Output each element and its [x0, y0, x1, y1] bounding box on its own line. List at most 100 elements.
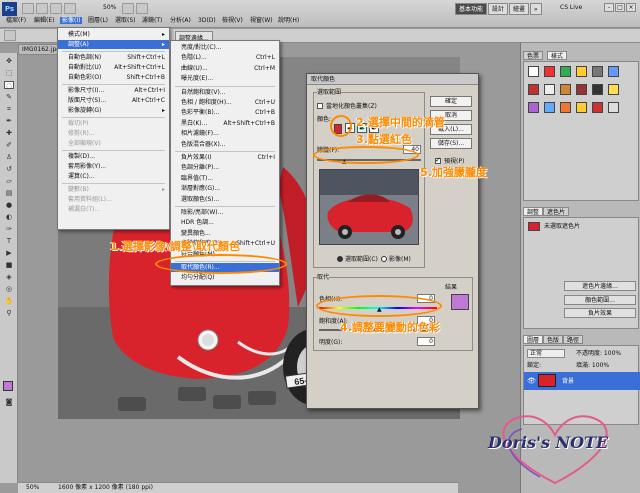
menu-view[interactable]: 檢視(V) [222, 17, 243, 24]
menu-item[interactable]: 漸層對應(G)... [171, 184, 279, 193]
eyedropper-tool-icon[interactable]: ✒ [4, 117, 14, 125]
tab-adjustments[interactable]: 調整 [523, 207, 544, 216]
minimize-button[interactable]: - [604, 3, 614, 12]
style-swatch[interactable] [592, 84, 603, 95]
menu-help[interactable]: 說明(H) [278, 17, 299, 24]
menu-item[interactable]: 修剪(R)... [58, 129, 169, 138]
menu-item[interactable]: 複製(D)... [58, 152, 169, 161]
menu-item[interactable]: 色彩平衡(B)... Ctrl+B [171, 108, 279, 117]
blend-mode-select[interactable]: 正常 [527, 349, 565, 358]
menu-item[interactable]: 自動色調(N) Shift+Ctrl+L [58, 53, 169, 62]
menu-layer[interactable]: 圖層(L) [88, 17, 108, 24]
menu-item[interactable]: 臨界值(T)... [171, 174, 279, 183]
style-swatch[interactable] [560, 102, 571, 113]
move-tool-icon[interactable]: ✥ [4, 57, 14, 65]
gradient-tool-icon[interactable]: ▤ [4, 189, 14, 197]
cs-live[interactable]: CS Live [560, 4, 582, 11]
lasso-tool-icon[interactable]: ◌ [4, 81, 14, 90]
menu-item[interactable]: 均勻分配(Q) [171, 273, 279, 282]
menu-item[interactable]: 亮度/對比(C)... [171, 43, 279, 52]
menu-item[interactable]: 自動色彩(O) Shift+Ctrl+B [58, 73, 169, 82]
hand-icon[interactable] [50, 3, 62, 14]
color-range-button[interactable]: 顏色範圍... [564, 295, 636, 305]
style-swatch[interactable] [528, 102, 539, 113]
workspace-design[interactable]: 設計 [488, 3, 509, 15]
menu-item[interactable]: 影像尺寸(I)... Alt+Ctrl+I [58, 86, 169, 95]
menu-item[interactable]: 套用資料組(L)... [58, 195, 169, 204]
eraser-tool-icon[interactable]: ▱ [4, 177, 14, 185]
result-color-swatch[interactable] [451, 294, 469, 310]
marquee-tool-icon[interactable]: ⬚ [4, 69, 14, 77]
eye-icon[interactable]: 👁 [527, 377, 536, 385]
menu-edit[interactable]: 編輯(E) [34, 17, 54, 24]
tab-styles[interactable]: 樣式 [547, 51, 568, 60]
style-swatch[interactable] [608, 66, 619, 77]
style-swatch[interactable] [576, 66, 587, 77]
menu-item[interactable]: 色階(L)... Ctrl+L [171, 53, 279, 62]
zoom-tool-icon[interactable]: ⚲ [4, 309, 14, 317]
menu-analysis[interactable]: 分析(A) [170, 17, 191, 24]
menu-item[interactable]: 色調分離(P)... [171, 163, 279, 172]
menu-item[interactable]: 影像旋轉(G) ▸ [58, 106, 169, 115]
layer-row-background[interactable]: 👁 背景 [524, 372, 640, 390]
menu-3d[interactable]: 3D(D) [198, 17, 216, 24]
shape-tool-icon[interactable]: ■ [4, 261, 14, 269]
menu-image[interactable]: 影像(I) [60, 17, 83, 24]
menu-item[interactable]: 黑白(K)... Alt+Shift+Ctrl+B [171, 119, 279, 128]
zoom-level[interactable]: 50% [103, 4, 116, 11]
tab-layers[interactable]: 圖層 [523, 335, 544, 344]
workspace-more[interactable]: » [530, 3, 542, 15]
style-swatch[interactable] [560, 84, 571, 95]
menu-item[interactable]: 自然飽和度(V)... [171, 88, 279, 97]
history-brush-icon[interactable]: ↺ [4, 165, 14, 173]
style-swatch[interactable] [528, 66, 539, 77]
style-swatch[interactable] [560, 66, 571, 77]
maximize-button[interactable]: □ [615, 3, 625, 12]
style-swatch[interactable] [576, 84, 587, 95]
status-zoom[interactable]: 50% [26, 483, 39, 493]
menu-file[interactable]: 檔案(F) [6, 17, 26, 24]
style-swatch[interactable] [544, 102, 555, 113]
style-swatch[interactable] [592, 102, 603, 113]
lasso-preset-icon[interactable] [4, 30, 16, 41]
brush-tool-icon[interactable]: ✐ [4, 141, 14, 149]
foreground-color-swatch[interactable] [3, 381, 13, 391]
zoom-tool-icon[interactable] [64, 3, 76, 14]
arrange-icon[interactable] [122, 3, 134, 14]
dodge-tool-icon[interactable]: ◐ [4, 213, 14, 221]
menu-item[interactable]: 全部顯現(V) [58, 139, 169, 148]
menu-filter[interactable]: 濾鏡(T) [142, 17, 162, 24]
menu-item[interactable]: 曲線(U)... Ctrl+M [171, 64, 279, 73]
style-swatch[interactable] [544, 66, 555, 77]
workspace-essentials[interactable]: 基本功能 [455, 3, 488, 15]
crop-tool-icon[interactable]: ⌗ [4, 105, 14, 113]
menu-item[interactable]: 陰影/亮部(W)... [171, 208, 279, 217]
mask-edge-button[interactable]: 遮色片邊緣... [564, 281, 636, 291]
style-swatch[interactable] [576, 102, 587, 113]
style-swatch[interactable] [528, 84, 539, 95]
fill-field[interactable]: 填滿: 100% [576, 362, 609, 369]
quick-select-icon[interactable]: ✎ [4, 93, 14, 101]
radio-image[interactable] [381, 256, 387, 262]
menu-select[interactable]: 選取(S) [115, 17, 136, 24]
lightness-input[interactable]: 0 [417, 337, 435, 346]
tab-paths[interactable]: 路徑 [563, 335, 584, 344]
quick-mask-icon[interactable]: ◙ [4, 398, 14, 406]
hand-tool-icon[interactable]: ✋ [4, 297, 14, 305]
bridge-icon[interactable] [22, 3, 34, 14]
selection-preview[interactable] [319, 169, 419, 245]
blur-tool-icon[interactable]: ● [4, 201, 14, 209]
menu-item[interactable]: 補漏白(T)... [58, 205, 169, 214]
pen-tool-icon[interactable]: ✑ [4, 225, 14, 233]
style-swatch[interactable] [608, 102, 619, 113]
screen-mode-icon[interactable] [136, 3, 148, 14]
tab-channels[interactable]: 色版 [543, 335, 564, 344]
menu-item[interactable]: 套用影像(Y)... [58, 162, 169, 171]
type-tool-icon[interactable]: T [4, 237, 14, 245]
3d-camera-icon[interactable]: ◎ [4, 285, 14, 293]
menu-item[interactable]: 調整(A) ▸ [58, 40, 169, 49]
save-button[interactable]: 儲存(S)... [430, 138, 472, 149]
menu-item[interactable]: HDR 色調... [171, 218, 279, 227]
close-button[interactable]: × [626, 3, 636, 12]
menu-item[interactable]: 曝光度(E)... [171, 74, 279, 83]
